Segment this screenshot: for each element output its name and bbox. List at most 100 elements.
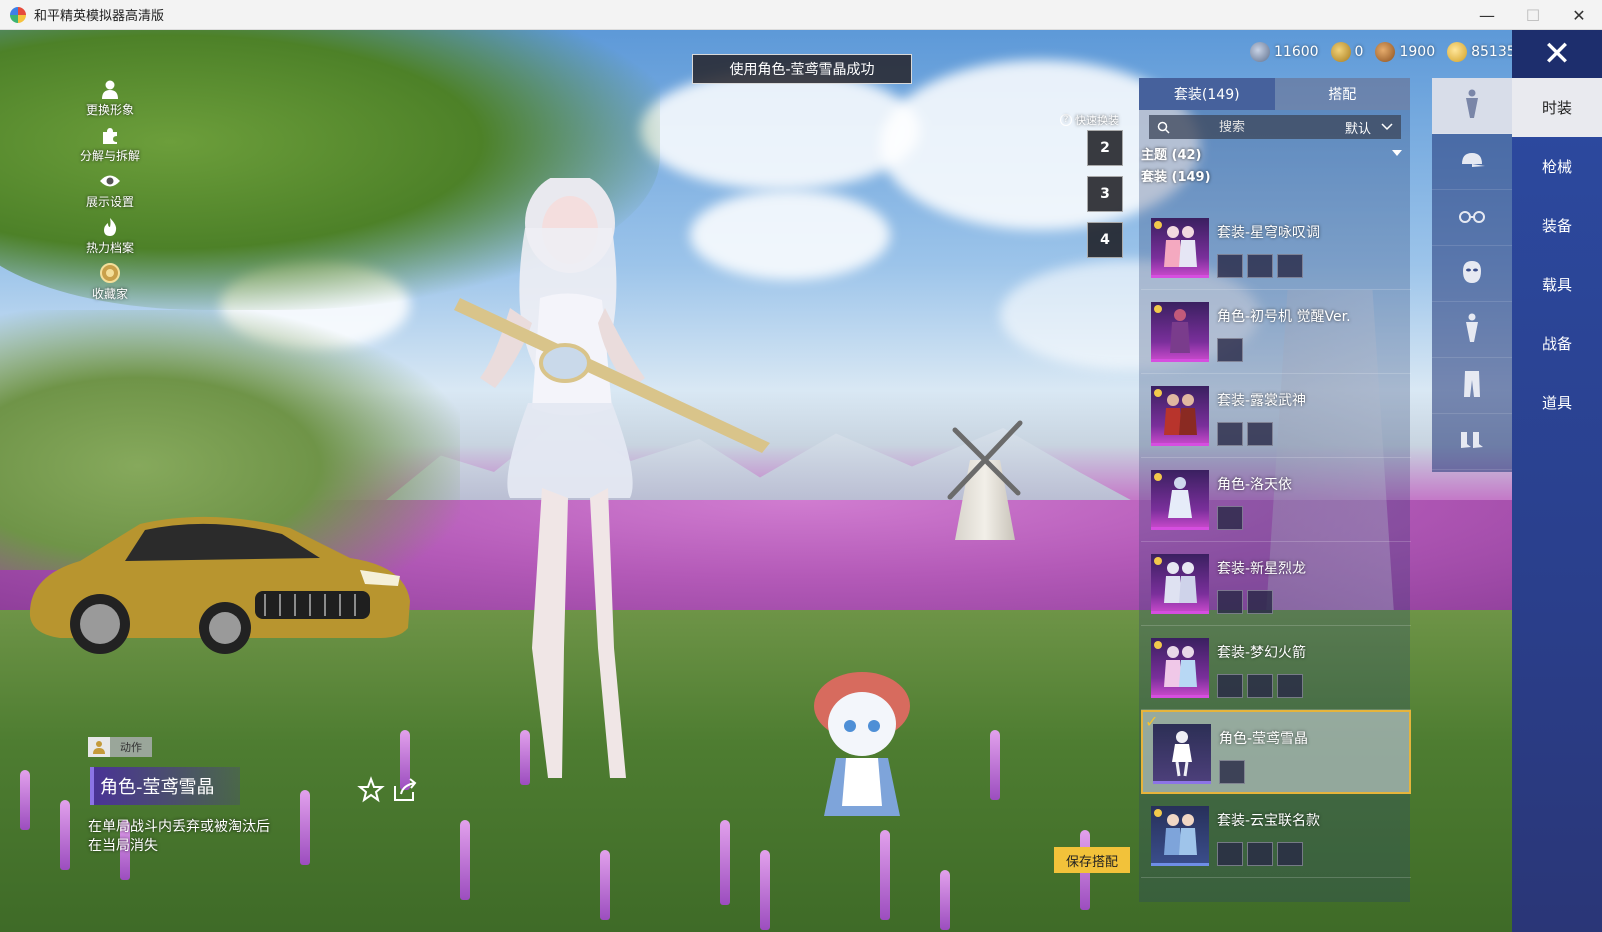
- subcategory-rail: [1432, 78, 1512, 472]
- category-equipment[interactable]: 装备: [1512, 196, 1602, 255]
- share-button[interactable]: [391, 776, 419, 804]
- category-guns[interactable]: 枪械: [1512, 137, 1602, 196]
- outfit-name: 套装-新星烈龙: [1217, 561, 1307, 577]
- subcategory-shoes[interactable]: [1432, 414, 1512, 470]
- outfit-thumbnail: [1151, 554, 1209, 614]
- currency-item: 11600: [1250, 42, 1319, 62]
- flame-icon: [99, 216, 121, 238]
- outfit-row[interactable]: 套装-露裳武神: [1141, 374, 1411, 458]
- flower: [880, 830, 890, 920]
- success-toast: 使用角色-莹鸢雪晶成功: [692, 54, 912, 84]
- flower: [940, 870, 950, 930]
- outfit-thumbnail: [1151, 302, 1209, 362]
- subcategory-glasses[interactable]: [1432, 190, 1512, 246]
- currency-value: 85135: [1471, 44, 1516, 60]
- caret-down-icon[interactable]: [1392, 150, 1402, 156]
- sort-dropdown[interactable]: 默认: [1287, 118, 1401, 137]
- subcategory-mask[interactable]: [1432, 246, 1512, 302]
- subcategory-pants[interactable]: [1432, 358, 1512, 414]
- category-items[interactable]: 道具: [1512, 373, 1602, 432]
- rarity-badge: [1154, 473, 1162, 481]
- outfit-icon: [1463, 313, 1481, 347]
- currency-value: 11600: [1274, 44, 1319, 60]
- tool-label: 展示设置: [85, 195, 134, 209]
- medal-icon: [99, 262, 121, 284]
- search-icon[interactable]: [1149, 121, 1177, 134]
- person-icon: [88, 737, 110, 757]
- outfit-row[interactable]: 角色-初号机 觉醒Ver.: [1141, 290, 1411, 374]
- tab-matching[interactable]: 搭配: [1274, 78, 1410, 110]
- outfit-name: 套装-露裳武神: [1217, 393, 1307, 409]
- quick-change-text: 快速换装: [1075, 114, 1119, 127]
- category-vehicles[interactable]: 载具: [1512, 255, 1602, 314]
- tool-label: 热力档案: [85, 241, 134, 255]
- flower: [600, 850, 610, 920]
- part-icon: [1217, 674, 1243, 698]
- slot-number: 2: [1100, 140, 1110, 156]
- quick-slot-2[interactable]: 2: [1087, 130, 1123, 166]
- category-fashion[interactable]: 时装: [1512, 78, 1602, 137]
- subcategory-outfit[interactable]: [1432, 302, 1512, 358]
- part-icon: [1277, 674, 1303, 698]
- title-bar: 和平精英模拟器高清版 — ☐ ✕: [0, 0, 1602, 30]
- theme-filter[interactable]: 主题 (42): [1141, 144, 1202, 163]
- part-icon: [1277, 254, 1303, 278]
- yellow-coin-icon: [1447, 42, 1468, 62]
- part-icon: [1217, 338, 1243, 362]
- gold-coin-icon: [1330, 42, 1351, 62]
- part-icon: [1247, 674, 1273, 698]
- subcategory-full-body[interactable]: [1432, 78, 1512, 134]
- cap-icon: [1458, 151, 1486, 173]
- selected-item-title: 角色-莹鸢雪晶: [90, 767, 240, 805]
- part-icon: [1247, 254, 1273, 278]
- quick-slot-3[interactable]: 3: [1087, 176, 1123, 212]
- outfit-row[interactable]: 套装-新星烈龙: [1141, 542, 1411, 626]
- outfit-list: 套装-星穹咏叹调 角色-初号机 觉醒Ver. 套装-露裳武神 角色-洛天依 套装…: [1141, 188, 1411, 902]
- dismantle-button[interactable]: 分解与拆解: [75, 124, 145, 170]
- window-title: 和平精英模拟器高清版: [34, 9, 165, 24]
- app-icon: [10, 6, 26, 23]
- flower: [300, 790, 310, 865]
- outfit-row[interactable]: 套装-云宝联名款: [1141, 794, 1411, 878]
- save-outfit-button[interactable]: 保存搭配: [1054, 847, 1130, 873]
- outfit-row[interactable]: 套装-星穹咏叹调: [1141, 206, 1411, 290]
- category-battle-prep[interactable]: 战备: [1512, 314, 1602, 373]
- change-appearance-button[interactable]: 更换形象: [75, 78, 145, 124]
- outfit-name: 角色-莹鸢雪晶: [1219, 731, 1309, 747]
- outfit-thumbnail: [1153, 724, 1211, 784]
- quick-change-label[interactable]: ? 快速换装: [1060, 112, 1119, 128]
- close-window-button[interactable]: ✕: [1556, 0, 1602, 30]
- rarity-badge: [1154, 305, 1162, 313]
- heat-archive-button[interactable]: 热力档案: [75, 216, 145, 262]
- subcategory-hat[interactable]: [1432, 134, 1512, 190]
- slot-number: 4: [1100, 232, 1110, 248]
- part-icon: [1247, 422, 1273, 446]
- display-settings-button[interactable]: 展示设置: [75, 170, 145, 216]
- collector-button[interactable]: 收藏家: [75, 262, 145, 308]
- slot-number: 3: [1100, 186, 1110, 202]
- chevron-down-icon: [1381, 120, 1393, 135]
- search-input[interactable]: [1177, 119, 1287, 135]
- person-icon: [99, 78, 121, 100]
- quick-slot-4[interactable]: 4: [1087, 222, 1123, 258]
- outfit-row-selected[interactable]: ✓ 角色-莹鸢雪晶: [1141, 710, 1411, 794]
- flower: [20, 770, 30, 830]
- minimize-button[interactable]: —: [1464, 0, 1510, 30]
- outfit-row[interactable]: 角色-洛天依: [1141, 458, 1411, 542]
- maximize-button[interactable]: ☐: [1510, 0, 1556, 30]
- selected-item-description: 在单局战斗内丢弃或被淘汰后在当局消失: [88, 819, 270, 854]
- outfit-row[interactable]: 套装-梦幻火箭: [1141, 626, 1411, 710]
- outfit-name: 角色-初号机 觉醒Ver.: [1217, 309, 1351, 325]
- shoes-icon: [1459, 430, 1485, 454]
- help-icon: ?: [1060, 114, 1072, 126]
- star-icon: [357, 776, 385, 808]
- tab-suits[interactable]: 套装(149): [1139, 78, 1275, 110]
- action-tag[interactable]: 动作: [88, 737, 152, 757]
- rarity-badge: [1154, 641, 1162, 649]
- favorite-button[interactable]: [357, 776, 385, 804]
- suit-filter[interactable]: 套装 (149): [1141, 166, 1211, 185]
- close-panel-button[interactable]: ✕: [1512, 30, 1602, 78]
- currency-value: 1900: [1399, 44, 1436, 60]
- puzzle-icon: [99, 124, 121, 146]
- outfit-name: 套装-梦幻火箭: [1217, 645, 1307, 661]
